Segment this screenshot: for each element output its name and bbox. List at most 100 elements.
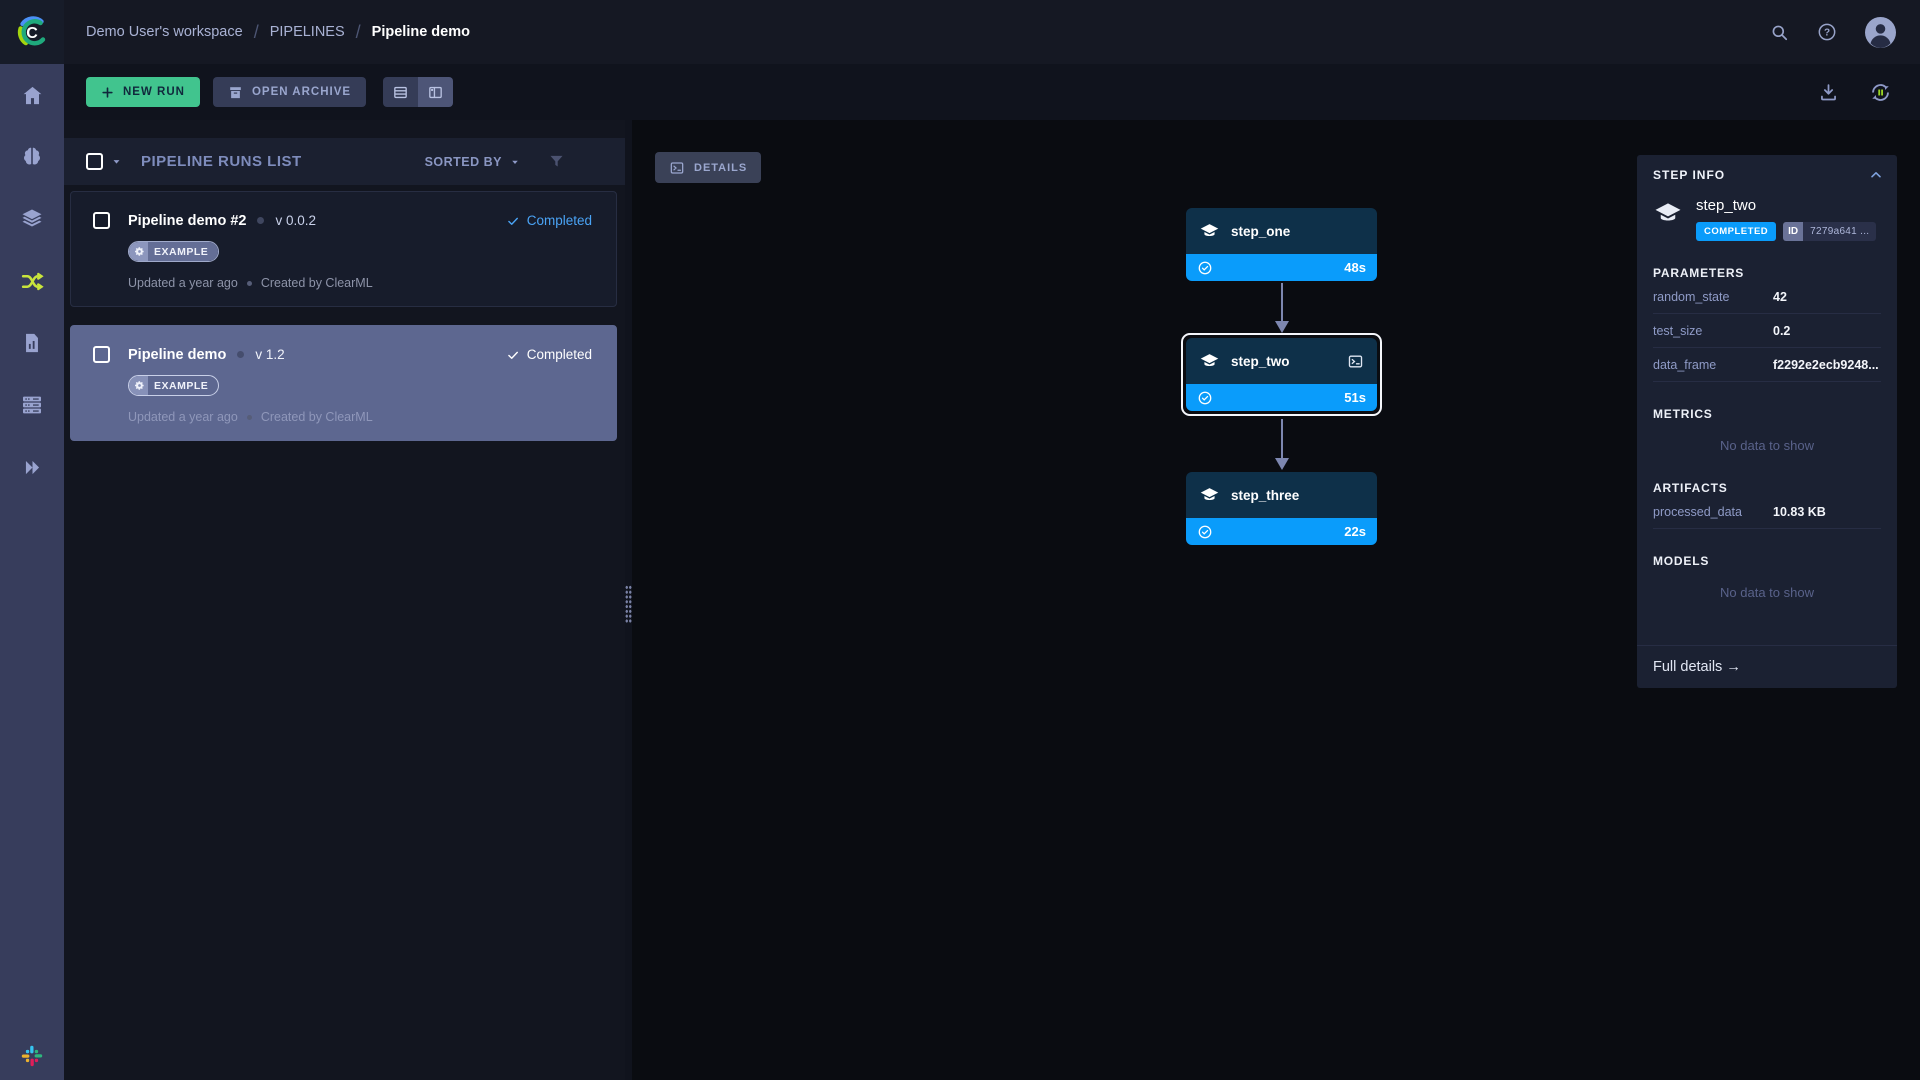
run-updated: Updated a year ago (128, 410, 238, 424)
parameter-row: data_frame f2292e2ecb9248... (1653, 348, 1881, 382)
dag-node-step-two-selected[interactable]: step_two 51s (1181, 333, 1382, 416)
run-card-pipeline-demo[interactable]: Pipeline demo v 1.2 Completed EXAMPLE (70, 325, 617, 441)
sidebar-item-pipelines[interactable] (0, 250, 64, 312)
parameter-label: test_size (1653, 324, 1773, 338)
select-all-caret-icon[interactable] (110, 155, 123, 168)
view-toggle-group (383, 77, 453, 107)
sorted-by-caret-icon (509, 156, 521, 168)
filter-icon[interactable] (548, 153, 565, 170)
runs-list-title: PIPELINE RUNS LIST (141, 153, 302, 170)
models-section-title: MODELS (1653, 554, 1881, 568)
breadcrumb: Demo User's workspace / PIPELINES / Pipe… (86, 22, 470, 43)
layers-icon (1199, 351, 1220, 372)
slack-icon (20, 1044, 44, 1068)
run-status-label: Completed (527, 347, 592, 362)
sidebar-item-home[interactable] (0, 64, 64, 126)
node-duration: 51s (1344, 390, 1366, 405)
table-view-toggle[interactable] (383, 77, 418, 107)
chevron-up-icon[interactable] (1868, 167, 1884, 183)
parameter-row: random_state 42 (1653, 280, 1881, 314)
id-label: ID (1783, 222, 1803, 241)
sidebar-item-datasets[interactable] (0, 188, 64, 250)
run-title: Pipeline demo (128, 347, 226, 363)
run-meta: Updated a year ago Created by ClearML (128, 276, 592, 290)
open-archive-button[interactable]: OPEN ARCHIVE (213, 77, 366, 107)
breadcrumb-pipelines[interactable]: PIPELINES (270, 24, 345, 40)
clearml-logo[interactable]: C (0, 0, 64, 64)
auto-refresh-icon[interactable] (1869, 81, 1892, 104)
sidebar-item-applications[interactable] (0, 436, 64, 498)
artifact-row: processed_data 10.83 KB (1653, 495, 1881, 529)
dag-node-step-one[interactable]: step_one 48s (1186, 208, 1377, 281)
dag-edge (1274, 283, 1290, 333)
nav-sidebar (0, 64, 64, 1080)
node-name: step_three (1231, 488, 1299, 503)
sidebar-item-queues[interactable] (0, 374, 64, 436)
open-archive-label: OPEN ARCHIVE (252, 86, 351, 98)
example-tag[interactable]: EXAMPLE (128, 241, 219, 262)
slack-link[interactable] (0, 1044, 64, 1068)
run-created-by: Created by ClearML (261, 410, 373, 424)
node-duration: 22s (1344, 524, 1366, 539)
artifact-value: 10.83 KB (1773, 505, 1826, 519)
breadcrumb-separator: / (254, 22, 259, 43)
breadcrumb-workspace[interactable]: Demo User's workspace (86, 24, 243, 40)
layers-icon (1653, 199, 1683, 241)
run-status-badge: Completed (506, 213, 592, 228)
terminal-icon[interactable] (1347, 353, 1364, 370)
top-bar: C Demo User's workspace / PIPELINES / Pi… (0, 0, 1920, 64)
sorted-by-dropdown[interactable]: SORTED BY (425, 155, 521, 169)
new-run-label: NEW RUN (123, 86, 185, 98)
split-view-toggle[interactable] (418, 77, 453, 107)
separator-dot (237, 351, 244, 358)
dag-node-step-two[interactable]: step_two 51s (1186, 338, 1377, 411)
search-icon[interactable] (1770, 23, 1789, 42)
example-tag-label: EXAMPLE (148, 376, 218, 395)
layers-icon (20, 207, 44, 231)
node-name: step_one (1231, 224, 1290, 239)
details-button[interactable]: DETAILS (655, 152, 761, 183)
run-card-pipeline-demo-2[interactable]: Pipeline demo #2 v 0.0.2 Completed EXAMP… (70, 191, 617, 307)
run-checkbox[interactable] (93, 212, 110, 229)
step-info-title: STEP INFO (1653, 168, 1725, 182)
user-avatar[interactable] (1865, 17, 1896, 48)
pipelines-icon (20, 269, 45, 294)
runs-list-header: PIPELINE RUNS LIST SORTED BY (64, 138, 625, 185)
new-run-button[interactable]: NEW RUN (86, 77, 200, 107)
full-details-link[interactable]: Full details → (1637, 645, 1897, 688)
dag-node-step-three[interactable]: step_three 22s (1186, 472, 1377, 545)
select-all-checkbox[interactable] (86, 153, 103, 170)
layers-icon (1199, 221, 1220, 242)
topbar-actions: ? (1770, 17, 1896, 48)
pipeline-runs-panel: PIPELINE RUNS LIST SORTED BY Pipeline de… (64, 120, 625, 1080)
step-id-chip[interactable]: ID 7279a641 ... (1783, 222, 1876, 241)
brain-icon (20, 145, 44, 169)
details-label: DETAILS (694, 162, 747, 174)
drag-grip-icon (625, 585, 632, 623)
step-info-panel: STEP INFO step_two COMPLETED ID 7279a641… (1637, 155, 1897, 688)
status-check-icon (1197, 260, 1213, 276)
id-value: 7279a641 ... (1803, 222, 1876, 241)
archive-icon (228, 85, 243, 100)
layers-icon (1199, 485, 1220, 506)
parameter-label: data_frame (1653, 358, 1773, 372)
sidebar-item-projects[interactable] (0, 126, 64, 188)
check-icon (506, 348, 520, 362)
runs-list: Pipeline demo #2 v 0.0.2 Completed EXAMP… (64, 185, 625, 441)
forward-play-icon (22, 457, 43, 478)
plus-icon (101, 86, 114, 99)
toolbar-right-actions (1818, 81, 1892, 104)
example-tag[interactable]: EXAMPLE (128, 375, 219, 396)
node-name: step_two (1231, 354, 1290, 369)
terminal-icon (669, 160, 685, 176)
download-icon[interactable] (1818, 82, 1839, 103)
help-icon[interactable]: ? (1817, 22, 1837, 42)
artifact-label: processed_data (1653, 505, 1773, 519)
parameter-value: 42 (1773, 290, 1787, 304)
run-checkbox[interactable] (93, 346, 110, 363)
sidebar-item-reports[interactable] (0, 312, 64, 374)
panel-resize-handle[interactable] (625, 120, 632, 1080)
parameter-row: test_size 0.2 (1653, 314, 1881, 348)
run-status-badge: Completed (506, 347, 592, 362)
artifacts-section-title: ARTIFACTS (1653, 481, 1881, 495)
